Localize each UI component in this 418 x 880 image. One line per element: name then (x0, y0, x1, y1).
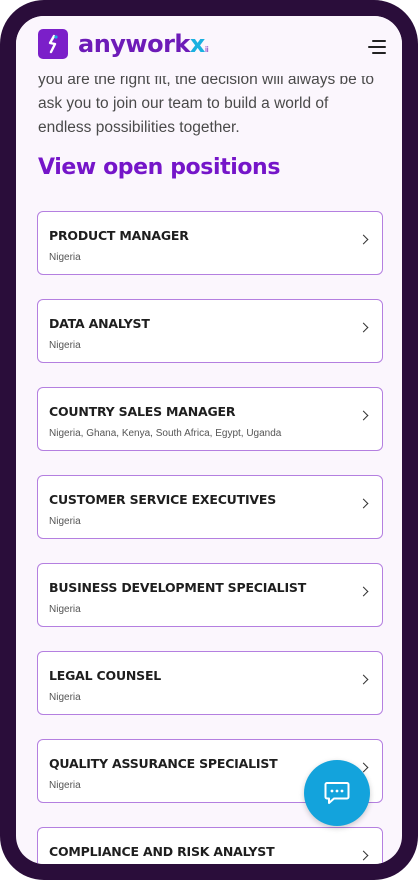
hamburger-menu-icon[interactable] (368, 40, 386, 54)
job-title: LEGAL COUNSEL (49, 668, 162, 683)
job-title: COMPLIANCE AND RISK ANALYST (49, 844, 275, 859)
device-frame: anyworkxii you are the right fit, the de… (0, 0, 418, 880)
chevron-right-icon (358, 410, 369, 421)
job-title: BUSINESS DEVELOPMENT SPECIALIST (49, 580, 307, 595)
job-card[interactable]: BUSINESS DEVELOPMENT SPECIALIST Nigeria (37, 563, 383, 627)
chat-button[interactable] (304, 760, 370, 826)
job-location: Nigeria (49, 252, 81, 263)
logo-icon[interactable] (38, 29, 68, 59)
job-card[interactable]: PRODUCT MANAGER Nigeria (37, 211, 383, 275)
job-card[interactable]: DATA ANALYST Nigeria (37, 299, 383, 363)
job-location: Nigeria (49, 692, 81, 703)
chevron-right-icon (358, 234, 369, 245)
chevron-right-icon (358, 586, 369, 597)
top-header: anyworkxii (16, 16, 402, 76)
chevron-right-icon (358, 850, 369, 861)
chat-bubble-icon (324, 782, 350, 804)
job-location: Nigeria (49, 516, 81, 527)
job-title: COUNTRY SALES MANAGER (49, 404, 236, 419)
job-title: DATA ANALYST (49, 316, 150, 331)
job-card[interactable]: CUSTOMER SERVICE EXECUTIVES Nigeria (37, 475, 383, 539)
chevron-right-icon (358, 674, 369, 685)
intro-paragraph: you are the right fit, the decision will… (38, 71, 375, 136)
job-location: Nigeria, Ghana, Kenya, South Africa, Egy… (49, 428, 282, 439)
job-card[interactable]: COMPLIANCE AND RISK ANALYST (37, 827, 383, 864)
job-location: Nigeria (49, 340, 81, 351)
logo-text: anywork (78, 30, 190, 58)
job-card[interactable]: LEGAL COUNSEL Nigeria (37, 651, 383, 715)
chevron-right-icon (358, 322, 369, 333)
job-title: CUSTOMER SERVICE EXECUTIVES (49, 492, 277, 507)
screen: anyworkxii you are the right fit, the de… (16, 16, 402, 864)
job-title: QUALITY ASSURANCE SPECIALIST (49, 756, 278, 771)
section-title: View open positions (38, 155, 281, 180)
job-location: Nigeria (49, 780, 81, 791)
logo-accent: x (189, 30, 205, 58)
job-location: Nigeria (49, 604, 81, 615)
brand-logo[interactable]: anyworkxii (78, 30, 209, 64)
job-card[interactable]: COUNTRY SALES MANAGER Nigeria, Ghana, Ke… (37, 387, 383, 451)
job-title: PRODUCT MANAGER (49, 228, 189, 243)
logo-dot: ii (204, 45, 209, 54)
chevron-right-icon (358, 498, 369, 509)
